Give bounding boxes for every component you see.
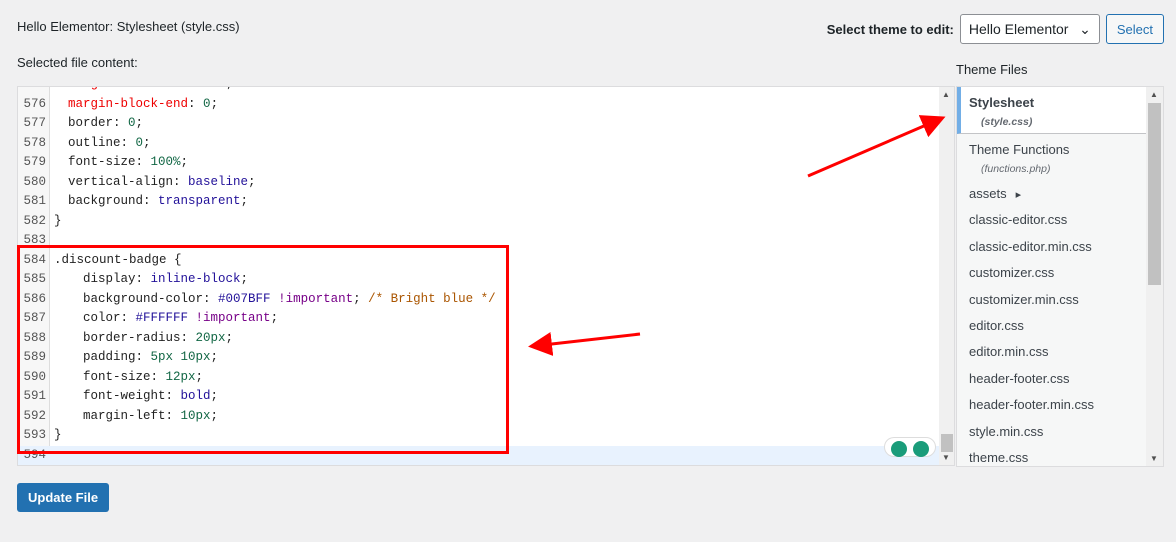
arrow-to-stylesheet [807,115,946,178]
annotation-arrows [528,115,946,356]
arrow-to-code [528,332,641,356]
